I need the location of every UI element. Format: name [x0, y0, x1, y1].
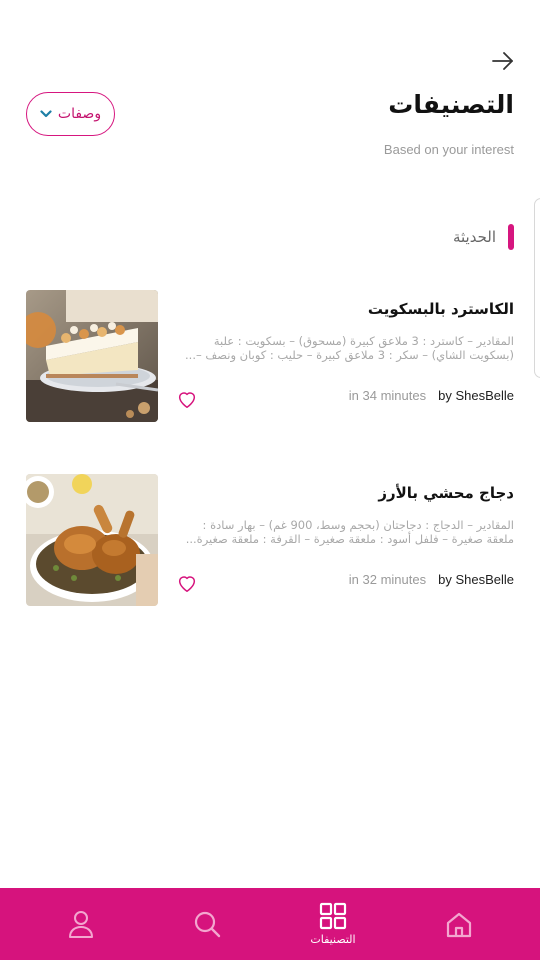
scroll-indicator: [534, 198, 540, 378]
recipe-card[interactable]: دجاج محشي بالأرز المقادير – الدجاج : دجا…: [26, 474, 514, 606]
nav-search[interactable]: [167, 888, 247, 960]
recipe-time: in 34 minutes: [348, 388, 427, 403]
section-title: الحديثة: [452, 228, 496, 246]
home-icon: [446, 912, 472, 938]
category-dropdown[interactable]: وصفات: [26, 92, 115, 136]
recipe-description: المقادير – كاسترد : 3 ملاعق كبيرة (مسحوق…: [185, 334, 514, 362]
recipe-meta: in 32 minutes by ShesBelle: [349, 572, 514, 587]
recipe-card[interactable]: الكاسترد بالبسكويت المقادير – كاسترد : 3…: [26, 290, 514, 422]
dropdown-label: وصفات: [57, 106, 102, 122]
recipe-title[interactable]: الكاسترد بالبسكويت: [368, 300, 514, 318]
recipe-description: المقادير – الدجاج : دجاجتان (بحجم وسط، 9…: [185, 518, 514, 546]
nav-profile[interactable]: [41, 888, 121, 960]
arrow-right-icon: [492, 52, 513, 70]
favorite-heart-icon[interactable]: [176, 572, 198, 594]
recipe-author[interactable]: by ShesBelle: [438, 388, 514, 403]
bottom-nav: التصنيفات: [0, 888, 540, 960]
back-button[interactable]: [486, 46, 520, 76]
section-accent-bar: [508, 224, 514, 250]
page-title: التصنيفات: [388, 90, 514, 119]
nav-categories-label: التصنيفات: [310, 933, 356, 946]
recipe-meta: in 34 minutes by ShesBelle: [349, 388, 514, 403]
recipe-title[interactable]: دجاج محشي بالأرز: [378, 484, 514, 502]
nav-home[interactable]: [419, 888, 499, 960]
recipe-image-chicken: [26, 474, 158, 606]
nav-categories[interactable]: التصنيفات: [293, 888, 373, 960]
chevron-down-icon: [40, 110, 52, 118]
search-icon: [194, 911, 221, 938]
recipe-image-custard: [26, 290, 158, 422]
page-subtitle: Based on your interest: [383, 142, 514, 157]
profile-icon: [69, 911, 93, 938]
categories-icon: [319, 902, 347, 930]
favorite-heart-icon[interactable]: [176, 388, 198, 410]
recipe-time: in 32 minutes: [348, 572, 427, 587]
recipe-author[interactable]: by ShesBelle: [438, 572, 514, 587]
section-header: الحديثة: [453, 224, 514, 250]
